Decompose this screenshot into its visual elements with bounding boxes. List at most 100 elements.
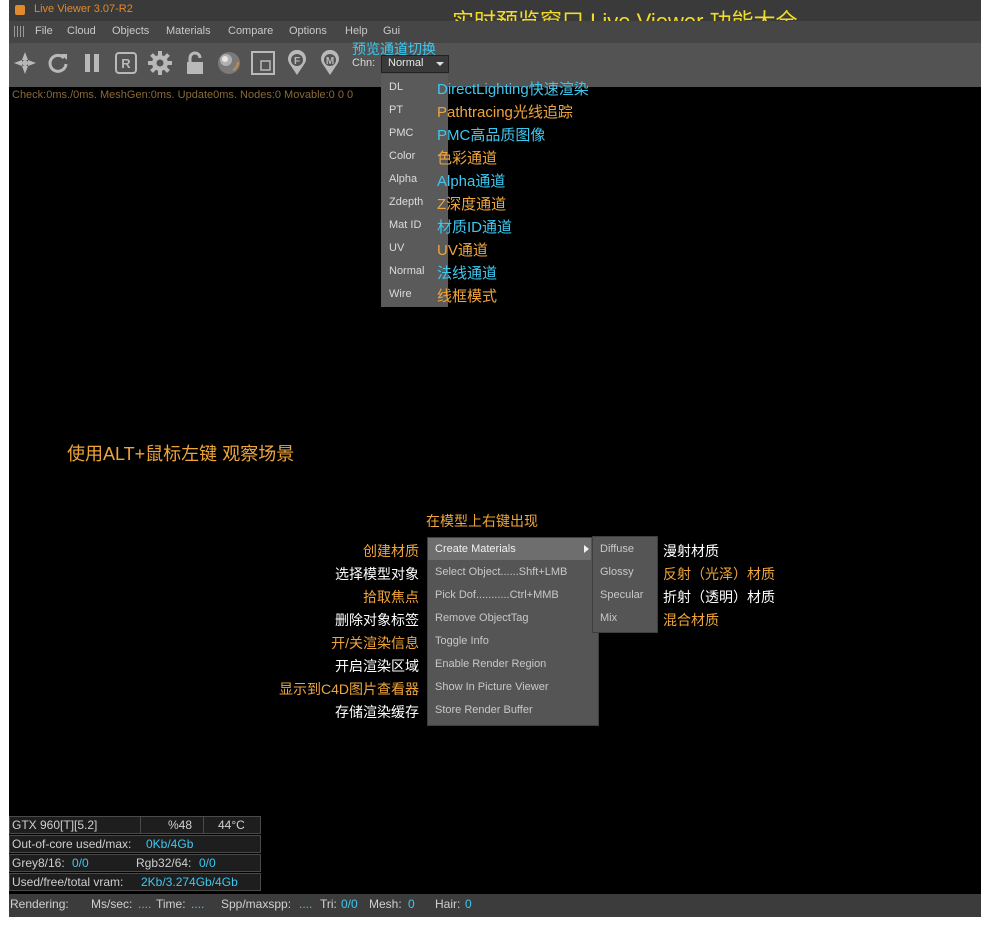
- grip-icon[interactable]: [14, 26, 25, 37]
- channel-option-pmc[interactable]: PMC: [389, 127, 413, 139]
- ctx-label-cn: 存储渲染缓存: [335, 704, 419, 720]
- render-status-line: Check:0ms./0ms. MeshGen:0ms. Update0ms. …: [12, 89, 354, 101]
- region-icon: [251, 51, 275, 75]
- material-mode-button[interactable]: [215, 49, 243, 77]
- reset-icon: R: [115, 52, 137, 74]
- material-pin-icon: M: [321, 50, 339, 75]
- vram-row: Used/free/total vram: 2Kb/3.274Gb/4Gb: [9, 873, 261, 891]
- rightclick-hint: 在模型上右键出现: [426, 513, 538, 529]
- ctx-pick-dof[interactable]: Pick Dof...........Ctrl+MMB: [435, 589, 559, 601]
- ctx-label-cn: 显示到C4D图片查看器: [278, 681, 419, 697]
- annotation-pause-render: 暂停渲染: [84, 109, 102, 177]
- time-value: ....: [191, 897, 205, 911]
- restart-icon: [48, 53, 68, 73]
- rgb-value: 0/0: [199, 856, 216, 870]
- chevron-down-icon: [436, 62, 444, 66]
- channel-option-pt[interactable]: PT: [389, 104, 403, 116]
- annotation-text: 暂停渲染: [85, 109, 102, 177]
- menu-cloud[interactable]: Cloud: [67, 25, 96, 37]
- ms-value: ....: [138, 897, 152, 911]
- window-title: Live Viewer 3.07-R2: [34, 3, 133, 15]
- pause-render-button[interactable]: [78, 49, 106, 77]
- annotation-text: 想哪里清晰点哪里: [289, 109, 306, 245]
- svg-text:F: F: [294, 56, 300, 67]
- annotation-restart-render: 重启渲染: [50, 109, 68, 177]
- ctx-create-materials[interactable]: Create Materials: [435, 543, 516, 555]
- rendering-label: Rendering:: [10, 897, 69, 911]
- channel-option-uv[interactable]: UV: [389, 242, 404, 254]
- realtime-render-icon: [14, 52, 36, 74]
- sphere-icon: [218, 52, 240, 74]
- menu-materials[interactable]: Materials: [166, 25, 211, 37]
- render-settings-button[interactable]: [146, 49, 174, 77]
- reset-gpu-button[interactable]: R: [112, 49, 140, 77]
- ctx-enable-render-region[interactable]: Enable Render Region: [435, 658, 546, 670]
- ctx-show-in-picture-viewer[interactable]: Show In Picture Viewer: [435, 681, 549, 693]
- annotation-material-mode: 切换材质模式（白膜、反射）: [220, 109, 238, 330]
- hair-label: Hair:: [435, 897, 461, 911]
- menu-bar: File Cloud Objects Materials Compare Opt…: [9, 21, 981, 44]
- spp-label: Spp/maxspp:: [221, 897, 292, 911]
- channel-option-wire[interactable]: Wire: [389, 288, 412, 300]
- ctx-label-cn: 开启渲染区域: [335, 658, 419, 674]
- submenu-specular[interactable]: Specular: [600, 589, 643, 601]
- channel-option-color[interactable]: Color: [389, 150, 415, 162]
- submenu-label-cn: 折射（透明）材质: [663, 589, 775, 605]
- submenu-glossy[interactable]: Glossy: [600, 566, 634, 578]
- menu-options[interactable]: Options: [289, 25, 327, 37]
- ms-label: Ms/sec:: [91, 897, 133, 911]
- channel-desc: 线框模式: [437, 288, 498, 305]
- channel-option-dl[interactable]: DL: [389, 81, 403, 93]
- submenu-mix[interactable]: Mix: [600, 612, 617, 624]
- channel-desc: Alpha通道: [437, 173, 506, 190]
- app-icon: [15, 5, 25, 15]
- restart-render-button[interactable]: [44, 49, 72, 77]
- channel-desc: UV通道: [437, 242, 488, 259]
- spp-value: ....: [299, 897, 313, 911]
- channel-option-matid[interactable]: Mat ID: [389, 219, 421, 231]
- annotation-text: 切换材质模式（白膜、反射）: [221, 109, 238, 330]
- alt-hint: 使用ALT+鼠标左键 观察场景: [67, 444, 295, 464]
- annotation-text: 锁定渲染画面: [187, 109, 204, 211]
- ctx-toggle-info[interactable]: Toggle Info: [435, 635, 489, 647]
- channel-option-alpha[interactable]: Alpha: [389, 173, 417, 185]
- lock-render-button[interactable]: [181, 49, 209, 77]
- ctx-select-object[interactable]: Select Object......Shft+LMB: [435, 566, 567, 578]
- channel-label: Chn:: [352, 57, 376, 69]
- channel-desc: PMC高品质图像: [437, 127, 546, 144]
- annotation-render-settings: 渲染设置: [152, 109, 170, 177]
- focus-pin-icon: F: [288, 50, 306, 75]
- channel-value: Normal: [388, 57, 424, 69]
- ctx-label-cn: 创建材质: [363, 543, 419, 559]
- ctx-label-cn: 开/关渲染信息: [331, 635, 419, 651]
- material-pick-button[interactable]: M: [316, 49, 344, 77]
- ctx-remove-objecttag[interactable]: Remove ObjectTag: [435, 612, 529, 624]
- channel-option-normal[interactable]: Normal: [389, 265, 424, 277]
- rgb-label: Rgb32/64:: [136, 856, 192, 870]
- submenu-diffuse[interactable]: Diffuse: [600, 543, 634, 555]
- menu-objects[interactable]: Objects: [112, 25, 149, 37]
- menu-file[interactable]: File: [35, 25, 53, 37]
- channel-dropdown[interactable]: Normal: [381, 55, 449, 73]
- tri-value: 0/0: [341, 897, 358, 911]
- chevron-right-icon: [584, 545, 589, 553]
- menu-help[interactable]: Help: [345, 25, 368, 37]
- ctx-label-cn: 删除对象标签: [335, 612, 419, 628]
- gpu-info-row: GTX 960[T][5.2] %48 44°C: [9, 816, 261, 834]
- gpu-temp: 44°C: [218, 818, 245, 832]
- region-render-button[interactable]: [249, 49, 277, 77]
- annotation-text: 区域渲染: [255, 109, 272, 177]
- ctx-store-render-buffer[interactable]: Store Render Buffer: [435, 704, 533, 716]
- menu-gui[interactable]: Gui: [383, 25, 400, 37]
- outofcore-value: 0Kb/4Gb: [146, 837, 194, 851]
- realtime-render-button[interactable]: [11, 49, 39, 77]
- channel-desc: 法线通道: [437, 265, 498, 282]
- time-label: Time:: [156, 897, 186, 911]
- channel-option-zdepth[interactable]: Zdepth: [389, 196, 423, 208]
- divider: [203, 817, 204, 833]
- menu-compare[interactable]: Compare: [228, 25, 273, 37]
- lock-icon: [187, 51, 203, 74]
- grey-label: Grey8/16:: [12, 856, 65, 870]
- focus-pick-button[interactable]: F: [283, 49, 311, 77]
- ctx-label-cn: 拾取焦点: [363, 589, 419, 605]
